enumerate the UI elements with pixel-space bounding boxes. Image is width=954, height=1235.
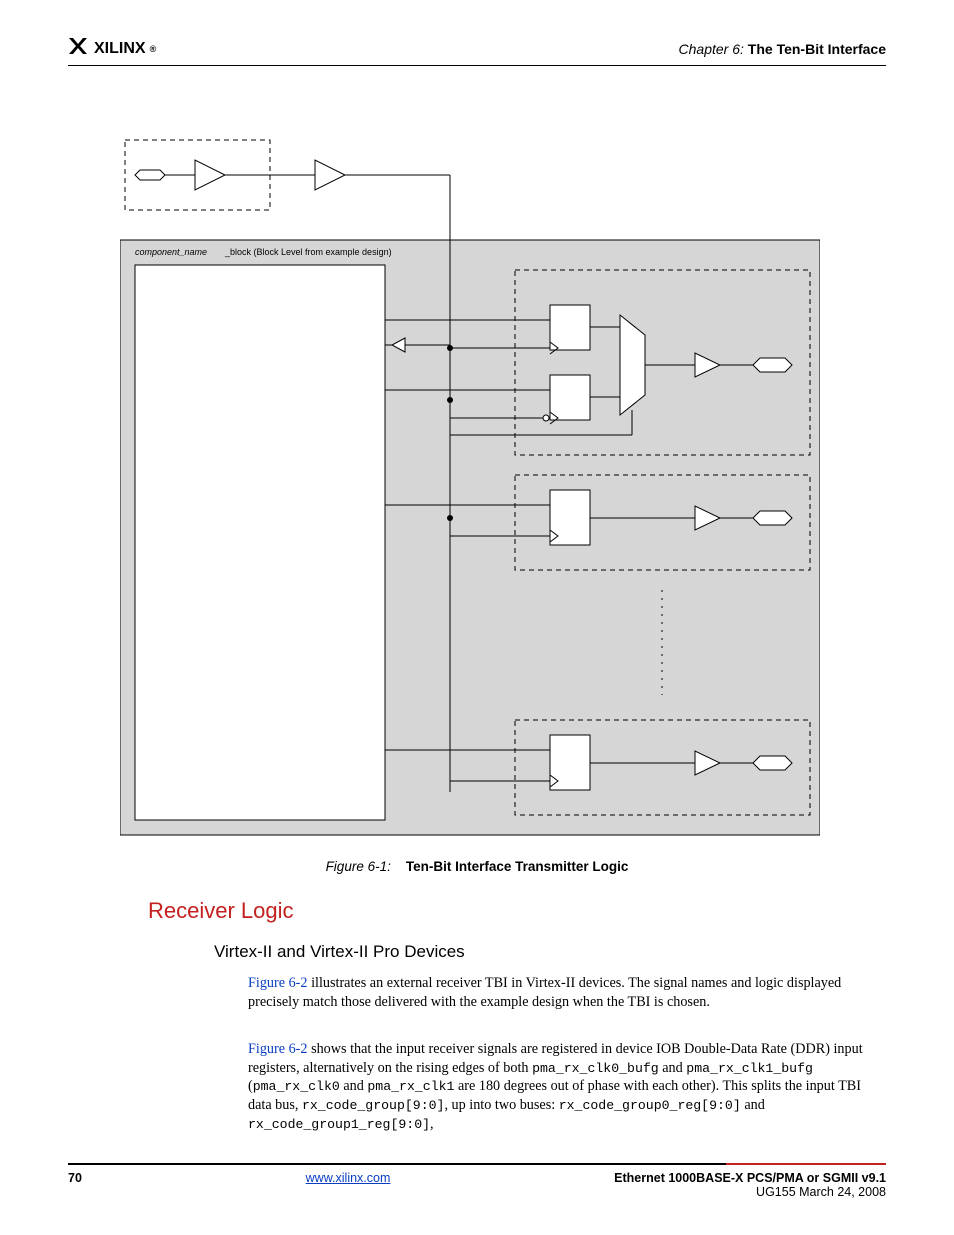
figure-number: Figure 6-1: <box>326 859 391 874</box>
vendor-logo: XILINX ® <box>68 37 156 61</box>
figure-caption: Figure 6-1: Ten-Bit Interface Transmitte… <box>0 859 954 874</box>
footer-url-link[interactable]: www.xilinx.com <box>306 1171 391 1185</box>
chapter-reference: Chapter 6: The Ten-Bit Interface <box>679 41 886 57</box>
heading-receiver-logic: Receiver Logic <box>148 898 294 924</box>
link-figure-6-2a[interactable]: Figure 6-2 <box>248 975 308 991</box>
doc-reference: UG155 March 24, 2008 <box>614 1185 886 1199</box>
svg-text:_block (Block Level from examp: _block (Block Level from example design) <box>224 247 392 257</box>
page-header: XILINX ® Chapter 6: The Ten-Bit Interfac… <box>68 38 886 66</box>
logo-registered: ® <box>150 44 157 54</box>
para1-text: illustrates an external receiver TBI in … <box>248 975 841 1010</box>
logo-text: XILINX <box>94 40 146 58</box>
footer-accent-bar <box>726 1163 886 1165</box>
figure-title: Ten-Bit Interface Transmitter Logic <box>406 859 629 874</box>
page-number: 70 <box>68 1171 82 1185</box>
paragraph-1: Figure 6-2 illustrates an external recei… <box>248 974 886 1011</box>
link-figure-6-2b[interactable]: Figure 6-2 <box>248 1041 308 1057</box>
chapter-title: The Ten-Bit Interface <box>748 41 886 57</box>
heading-virtex2: Virtex-II and Virtex-II Pro Devices <box>214 942 465 962</box>
doc-title: Ethernet 1000BASE-X PCS/PMA or SGMII v9.… <box>614 1171 886 1185</box>
page-footer: 70 www.xilinx.com Ethernet 1000BASE-X PC… <box>68 1163 886 1199</box>
paragraph-2: Figure 6-2 shows that the input receiver… <box>248 1040 886 1134</box>
block-label: component_name <box>135 247 207 257</box>
logo-mark-icon <box>68 37 90 61</box>
figure-6-1: component_name _block (Block Level from … <box>120 120 820 840</box>
chapter-number: Chapter 6: <box>679 41 744 57</box>
